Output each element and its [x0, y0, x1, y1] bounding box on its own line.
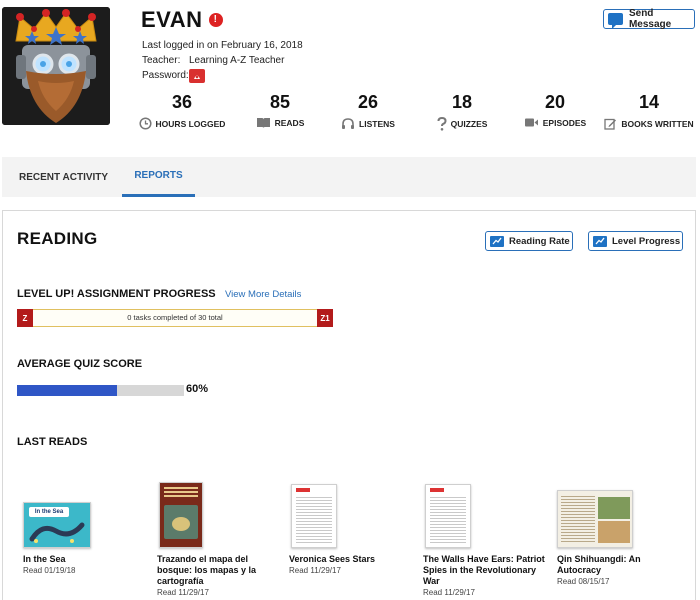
pencil-icon	[604, 117, 617, 130]
progress-text: 0 tasks completed of 30 total	[127, 313, 223, 322]
last-reads-title: LAST READS	[17, 436, 88, 448]
stat-value: 26	[357, 92, 379, 112]
cover-title: In the Sea	[29, 507, 69, 517]
level-progress-button[interactable]: Level Progress	[588, 231, 683, 251]
book-cover[interactable]	[159, 482, 203, 548]
book-icon	[256, 117, 271, 129]
chat-bubble-icon	[608, 13, 623, 29]
quiz-score-fill	[17, 385, 118, 396]
book-title[interactable]: In the Sea	[23, 554, 148, 565]
line-chart-icon	[490, 235, 504, 247]
last-logged-text: Last logged in on February 16, 2018	[142, 40, 303, 51]
quiz-score-value: 60%	[186, 383, 209, 395]
stat-reads: 85 READS	[245, 92, 315, 129]
book-title[interactable]: The Walls Have Ears: Patriot Spies in th…	[423, 554, 548, 587]
quiz-score-title: AVERAGE QUIZ SCORE	[17, 358, 143, 370]
clock-icon	[138, 117, 152, 130]
level-progress-label: Level Progress	[612, 235, 681, 247]
book-cover[interactable]: In the Sea	[23, 502, 91, 548]
stat-label: BOOKS WRITTEN	[621, 118, 694, 129]
book-read-date: Read 11/29/17	[423, 588, 475, 597]
quiz-score-bar	[17, 385, 184, 396]
last-read-item[interactable]: In the Sea In the Sea Read 01/19/18	[23, 476, 148, 575]
stats-bar: 36 HOURS LOGGED 85 READS 26 LISTENS 18 Q…	[137, 92, 700, 134]
question-icon	[437, 117, 447, 131]
reading-panel: READING Reading Rate Level Progress LEVE…	[2, 210, 696, 600]
stat-value: 20	[544, 92, 566, 112]
book-read-date: Read 11/29/17	[289, 566, 341, 575]
levelup-title: LEVEL UP! ASSIGNMENT PROGRESS	[17, 288, 216, 300]
book-read-date: Read 01/19/18	[23, 566, 76, 575]
book-cover[interactable]	[425, 484, 471, 548]
stat-hours-logged: 36 HOURS LOGGED	[137, 92, 227, 130]
stat-label: HOURS LOGGED	[155, 118, 226, 129]
stat-value: 36	[171, 92, 193, 112]
send-message-button[interactable]: Send Message	[603, 8, 695, 30]
view-more-details-link[interactable]: View More Details	[225, 289, 301, 300]
book-title[interactable]: Veronica Sees Stars	[289, 554, 414, 565]
student-name: EVAN !	[141, 7, 223, 33]
book-read-date: Read 08/15/17	[557, 577, 610, 586]
stat-label: LISTENS	[359, 118, 395, 129]
tab-recent-activity[interactable]: RECENT ACTIVITY	[19, 157, 108, 197]
level-end-badge: Z1	[317, 309, 333, 327]
video-icon	[524, 117, 539, 128]
stat-episodes: 20 EPISODES	[519, 92, 591, 128]
avatar	[2, 7, 110, 125]
password-picture-icon[interactable]	[189, 68, 205, 83]
stat-quizzes: 18 QUIZZES	[429, 92, 495, 131]
password-label: Password:	[142, 70, 189, 81]
profile-meta: Last logged in on February 16, 2018 Teac…	[142, 38, 303, 83]
book-read-date: Read 11/29/17	[157, 588, 209, 597]
stat-label: READS	[274, 118, 305, 128]
stat-value: 18	[451, 92, 473, 112]
last-read-item[interactable]: Trazando el mapa del bosque: los mapas y…	[157, 476, 282, 597]
last-read-item[interactable]: Qin Shihuangdi: An Autocracy Read 08/15/…	[557, 476, 682, 586]
book-title[interactable]: Trazando el mapa del bosque: los mapas y…	[157, 554, 282, 587]
level-start-badge: Z	[17, 309, 33, 327]
headphones-icon	[341, 117, 355, 130]
tab-reports[interactable]: REPORTS	[122, 157, 195, 197]
tab-label: REPORTS	[134, 170, 183, 181]
stat-label: EPISODES	[542, 117, 587, 128]
tab-bar: RECENT ACTIVITY REPORTS	[2, 157, 696, 197]
line-chart-icon	[593, 235, 607, 247]
send-message-label: Send Message	[628, 8, 672, 30]
stat-value: 85	[269, 92, 291, 112]
stat-books-written: 14 BOOKS WRITTEN	[603, 92, 695, 130]
reading-rate-button[interactable]: Reading Rate	[485, 231, 573, 251]
teacher-label: Teacher:	[142, 55, 181, 66]
last-read-item[interactable]: Veronica Sees Stars Read 11/29/17	[289, 476, 414, 575]
last-read-item[interactable]: The Walls Have Ears: Patriot Spies in th…	[423, 476, 548, 597]
book-title[interactable]: Qin Shihuangdi: An Autocracy	[557, 554, 682, 576]
teacher-value: Learning A-Z Teacher	[189, 55, 285, 66]
alert-icon[interactable]: !	[208, 13, 223, 27]
book-cover[interactable]	[557, 490, 633, 548]
tab-label: RECENT ACTIVITY	[19, 171, 109, 183]
book-cover[interactable]	[291, 484, 337, 548]
assignment-progress-bar: 0 tasks completed of 30 total	[17, 309, 333, 327]
stat-listens: 26 LISTENS	[335, 92, 401, 130]
stat-label: QUIZZES	[450, 119, 488, 129]
reading-rate-label: Reading Rate	[509, 235, 570, 247]
student-name-text: EVAN	[141, 7, 203, 32]
stat-value: 14	[638, 92, 660, 112]
reading-title: READING	[17, 229, 98, 248]
